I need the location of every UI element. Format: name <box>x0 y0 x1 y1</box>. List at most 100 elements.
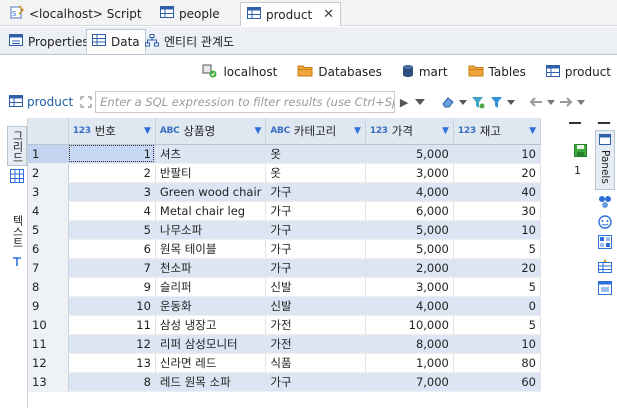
cell-name[interactable]: 슬리퍼 <box>155 277 267 297</box>
cell-name[interactable]: 신라면 레드 <box>155 353 267 373</box>
column-header-price[interactable]: 123 가격 ▼ <box>365 118 454 145</box>
minimize-icon[interactable] <box>569 122 581 124</box>
cell-price[interactable]: 2,000 <box>365 258 454 278</box>
tab-text-view[interactable]: 텍스트 <box>7 208 27 254</box>
cell-category[interactable]: 가전 <box>265 334 366 354</box>
table-row[interactable]: 11 12 리퍼 삼성모니터 가전 8,000 10 <box>28 334 542 354</box>
references-icon[interactable] <box>596 280 614 296</box>
table-row[interactable]: 5 5 나무소파 가구 5,000 10 <box>28 220 542 240</box>
table-row[interactable]: 8 9 슬리퍼 신발 3,000 5 <box>28 277 542 297</box>
cell-price[interactable]: 1,000 <box>365 353 454 373</box>
filter-icon[interactable] <box>487 91 505 113</box>
cell-stock[interactable]: 30 <box>453 201 542 221</box>
filter-expression-input[interactable]: Enter a SQL expression to filter results… <box>95 91 396 113</box>
text-view-icon[interactable] <box>7 254 27 270</box>
forward-arrow-icon[interactable] <box>557 91 575 113</box>
table-row[interactable]: 3 3 Green wood chair 가구 4,000 40 <box>28 182 542 202</box>
expand-icon[interactable] <box>77 91 95 113</box>
cell-id[interactable]: 12 <box>68 334 156 354</box>
tab-grid-view[interactable]: 그리드 <box>7 126 27 166</box>
grid-icon[interactable] <box>7 166 27 186</box>
row-number-cell[interactable]: 11 <box>28 334 69 354</box>
cell-stock[interactable]: 5 <box>453 277 542 297</box>
table-row[interactable]: 12 13 신라면 레드 식품 1,000 80 <box>28 353 542 373</box>
cell-stock[interactable]: 5 <box>453 239 542 259</box>
table-row[interactable]: 10 11 삼성 냉장고 가전 10,000 5 <box>28 315 542 335</box>
sort-arrow-icon[interactable]: ▼ <box>254 126 261 136</box>
minimize-icon[interactable] <box>598 122 610 124</box>
cell-category[interactable]: 가구 <box>265 239 366 259</box>
cell-category[interactable]: 가구 <box>265 372 366 392</box>
row-number-cell[interactable]: 1 <box>28 144 69 164</box>
table-row[interactable]: 4 4 Metal chair leg 가구 6,000 30 <box>28 201 542 221</box>
cell-name[interactable]: 원목 테이블 <box>155 239 267 259</box>
column-header-id[interactable]: 123 번호 ▼ <box>68 118 156 145</box>
cell-stock[interactable]: 10 <box>453 220 542 240</box>
cell-name[interactable]: Metal chair leg <box>155 201 267 221</box>
forward-dropdown-icon[interactable] <box>575 91 587 113</box>
apply-filter-icon[interactable]: ▶ <box>395 91 413 113</box>
filter-settings-icon[interactable] <box>469 91 487 113</box>
breadcrumb-tables[interactable]: Tables <box>468 64 526 80</box>
cell-price[interactable]: 7,000 <box>365 372 454 392</box>
cell-stock[interactable]: 10 <box>453 334 542 354</box>
cell-price[interactable]: 5,000 <box>365 144 454 164</box>
cell-id[interactable]: 7 <box>68 258 156 278</box>
breadcrumb-localhost[interactable]: localhost <box>202 64 277 81</box>
tab-localhost-script[interactable]: S <localhost> Script <box>4 2 148 25</box>
row-number-cell[interactable]: 10 <box>28 315 69 335</box>
cell-stock[interactable]: 60 <box>453 372 542 392</box>
cell-name[interactable]: Green wood chair <box>155 182 267 202</box>
sort-arrow-icon[interactable]: ▼ <box>442 126 449 136</box>
cell-name[interactable]: 천소파 <box>155 258 267 278</box>
breadcrumb-databases[interactable]: Databases <box>297 64 382 80</box>
cell-price[interactable]: 3,000 <box>365 277 454 297</box>
value-viewer-icon[interactable] <box>596 194 614 210</box>
cell-id[interactable]: 11 <box>68 315 156 335</box>
cell-category[interactable]: 식품 <box>265 353 366 373</box>
table-row[interactable]: 1 1 셔츠 옷 5,000 10 <box>28 144 542 164</box>
cell-price[interactable]: 10,000 <box>365 315 454 335</box>
cell-id[interactable]: 10 <box>68 296 156 316</box>
eraser-dropdown-icon[interactable] <box>457 91 469 113</box>
row-number-cell[interactable]: 9 <box>28 296 69 316</box>
table-row[interactable]: 13 8 레드 원목 소파 가구 7,000 60 <box>28 372 542 392</box>
tab-entity-diagram[interactable]: 엔티티 관계도 <box>140 29 239 54</box>
cell-price[interactable]: 4,000 <box>365 182 454 202</box>
tab-product[interactable]: product ✕ <box>240 2 342 26</box>
cell-name[interactable]: 운동화 <box>155 296 267 316</box>
table-row[interactable]: 2 2 반팔티 옷 3,000 20 <box>28 163 542 183</box>
cell-id[interactable]: 3 <box>68 182 156 202</box>
column-header-stock[interactable]: 123 재고 ▼ <box>453 118 542 145</box>
tab-people[interactable]: people <box>154 2 226 25</box>
row-number-cell[interactable]: 12 <box>28 353 69 373</box>
cell-name[interactable]: 레드 원목 소파 <box>155 372 267 392</box>
cell-id[interactable]: 4 <box>68 201 156 221</box>
tab-data[interactable]: Data <box>86 29 146 54</box>
cell-id[interactable]: 1 <box>68 144 156 164</box>
table-row[interactable]: 9 10 운동화 신발 4,000 0 <box>28 296 542 316</box>
cell-name[interactable]: 삼성 냉장고 <box>155 315 267 335</box>
row-number-cell[interactable]: 3 <box>28 182 69 202</box>
table-row[interactable]: 6 6 원목 테이블 가구 5,000 5 <box>28 239 542 259</box>
row-number-cell[interactable]: 4 <box>28 201 69 221</box>
cell-category[interactable]: 신발 <box>265 277 366 297</box>
column-header-category[interactable]: ABC 카테고리 ▼ <box>265 118 366 145</box>
calc-icon[interactable] <box>596 258 614 274</box>
cell-id[interactable]: 9 <box>68 277 156 297</box>
cell-category[interactable]: 가구 <box>265 201 366 221</box>
cell-stock[interactable]: 10 <box>453 144 542 164</box>
cell-price[interactable]: 6,000 <box>365 201 454 221</box>
cell-category[interactable]: 가구 <box>265 220 366 240</box>
tab-properties[interactable]: Properties <box>4 29 94 54</box>
cell-name[interactable]: 반팔티 <box>155 163 267 183</box>
cell-category[interactable]: 가구 <box>265 182 366 202</box>
filter-history-dropdown-icon[interactable] <box>413 91 427 113</box>
column-header-name[interactable]: ABC 상품명 ▼ <box>155 118 267 145</box>
save-icon[interactable] <box>574 144 587 160</box>
filter-dropdown-icon[interactable] <box>505 91 517 113</box>
cell-category[interactable]: 가전 <box>265 315 366 335</box>
cell-stock[interactable]: 20 <box>453 163 542 183</box>
cell-name[interactable]: 나무소파 <box>155 220 267 240</box>
row-number-cell[interactable]: 8 <box>28 277 69 297</box>
